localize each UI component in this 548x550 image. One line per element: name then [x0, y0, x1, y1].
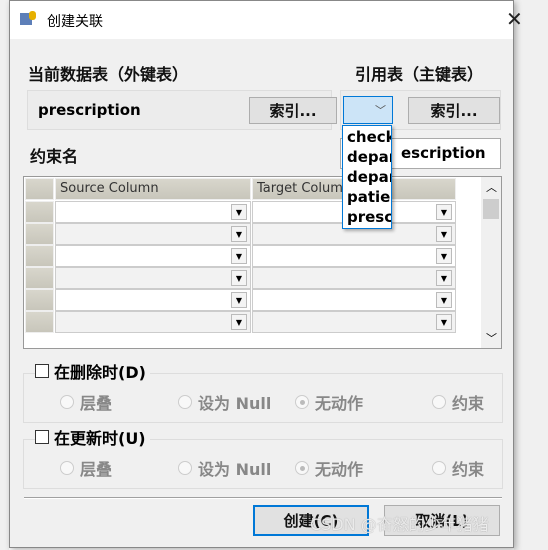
- primary-table-label: 引用表（主键表）: [355, 65, 484, 84]
- radio-circle[interactable]: [60, 395, 74, 409]
- source-column-select[interactable]: ▼: [55, 267, 251, 289]
- dropdown-option[interactable]: presc: [347, 207, 391, 227]
- table-row: ▼ ▼: [25, 223, 467, 245]
- table-row: ▼ ▼: [25, 289, 467, 311]
- create-relation-dialog: 创建关联 ✕ 当前数据表（外键表） 引用表（主键表） prescription …: [9, 0, 523, 548]
- radio-circle[interactable]: [178, 395, 192, 409]
- foreign-table-name: prescription: [38, 101, 141, 119]
- row-header[interactable]: [25, 223, 54, 245]
- on-update-checkbox[interactable]: 在更新时(U): [35, 425, 150, 449]
- dropdown-option[interactable]: check: [347, 127, 391, 147]
- radio-label: 层叠: [80, 394, 113, 413]
- foreign-index-button[interactable]: 索引...: [249, 97, 337, 124]
- scroll-up-icon[interactable]: ︿: [486, 179, 497, 195]
- on-delete-radio[interactable]: 无动作: [295, 390, 363, 414]
- background-app-right: [514, 0, 548, 550]
- radio-circle[interactable]: [178, 461, 192, 475]
- radio-circle[interactable]: [295, 461, 309, 475]
- row-header-corner: [25, 178, 54, 200]
- dropdown-option[interactable]: depar: [347, 167, 391, 187]
- dropdown-arrow-icon[interactable]: ▼: [231, 292, 247, 308]
- radio-label: 设为 Null: [198, 394, 272, 413]
- dropdown-option[interactable]: patien: [347, 187, 391, 207]
- table-row: ▼ ▼: [25, 267, 467, 289]
- radio-label: 无动作: [315, 460, 364, 479]
- dialog-title: 创建关联: [47, 14, 103, 30]
- target-column-select[interactable]: ▼: [252, 245, 456, 267]
- primary-table-panel: ﹀ 索引...: [340, 90, 501, 130]
- on-update-label: 在更新时(U): [54, 429, 146, 448]
- source-column-select[interactable]: ▼: [55, 223, 251, 245]
- source-column-select[interactable]: ▼: [55, 311, 251, 333]
- on-delete-label: 在删除时(D): [54, 363, 146, 382]
- source-column-select[interactable]: ▼: [55, 201, 251, 223]
- on-delete-radio[interactable]: 设为 Null: [178, 390, 271, 414]
- on-delete-radio[interactable]: 层叠: [60, 390, 112, 414]
- dropdown-arrow-icon[interactable]: ▼: [231, 270, 247, 286]
- title-bar: 创建关联 ✕: [10, 1, 523, 39]
- radio-label: 层叠: [80, 460, 113, 479]
- dropdown-arrow-icon[interactable]: ▼: [436, 270, 452, 286]
- row-header[interactable]: [25, 245, 54, 267]
- on-update-radio[interactable]: 约束: [432, 456, 484, 480]
- dropdown-arrow-icon[interactable]: ▼: [231, 204, 247, 220]
- radio-label: 约束: [452, 460, 485, 479]
- chevron-down-icon: ﹀: [375, 104, 386, 117]
- background-app: [0, 0, 9, 550]
- on-update-radio[interactable]: 无动作: [295, 456, 363, 480]
- dropdown-arrow-icon[interactable]: ▼: [436, 248, 452, 264]
- close-icon[interactable]: ✕: [506, 7, 523, 31]
- column-mapping-grid: Source Column Target Colum ▼ ▼ ▼ ▼ ▼ ▼ ▼…: [23, 176, 502, 349]
- scroll-down-icon[interactable]: ﹀: [486, 330, 497, 346]
- on-update-radio[interactable]: 层叠: [60, 456, 112, 480]
- row-header[interactable]: [25, 201, 54, 223]
- dropdown-option[interactable]: depar: [347, 147, 391, 167]
- on-update-radio[interactable]: 设为 Null: [178, 456, 271, 480]
- target-column-select[interactable]: ▼: [252, 311, 456, 333]
- dropdown-arrow-icon[interactable]: ▼: [231, 314, 247, 330]
- separator: [24, 497, 502, 499]
- source-column-select[interactable]: ▼: [55, 245, 251, 267]
- radio-circle[interactable]: [432, 395, 446, 409]
- source-column-header[interactable]: Source Column: [55, 178, 251, 200]
- radio-label: 无动作: [315, 394, 364, 413]
- radio-circle[interactable]: [60, 461, 74, 475]
- table-row: ▼ ▼: [25, 245, 467, 267]
- checkbox-box[interactable]: [35, 364, 49, 378]
- dropdown-arrow-icon[interactable]: ▼: [231, 248, 247, 264]
- radio-circle[interactable]: [295, 395, 309, 409]
- dropdown-arrow-icon[interactable]: ▼: [231, 226, 247, 242]
- radio-label: 约束: [452, 394, 485, 413]
- primary-table-dropdown-list: checkdepardeparpatienpresc: [342, 125, 392, 229]
- watermark: CSDN @奋怒的少年猪猪: [310, 515, 489, 534]
- on-delete-radio[interactable]: 约束: [432, 390, 484, 414]
- target-column-select[interactable]: ▼: [252, 289, 456, 311]
- row-header[interactable]: [25, 311, 54, 333]
- foreign-table-label: 当前数据表（外键表）: [28, 65, 189, 84]
- row-header[interactable]: [25, 267, 54, 289]
- target-column-select[interactable]: ▼: [252, 267, 456, 289]
- scroll-thumb[interactable]: [483, 199, 499, 219]
- constraint-name-value: escription: [401, 144, 486, 162]
- relation-app-icon: [20, 11, 38, 27]
- row-header[interactable]: [25, 289, 54, 311]
- table-row: ▼ ▼: [25, 311, 467, 333]
- foreign-table-panel: prescription 索引...: [27, 90, 337, 130]
- dropdown-arrow-icon[interactable]: ▼: [436, 292, 452, 308]
- dropdown-arrow-icon[interactable]: ▼: [436, 314, 452, 330]
- checkbox-box[interactable]: [35, 430, 49, 444]
- dropdown-arrow-icon[interactable]: ▼: [436, 204, 452, 220]
- dropdown-arrow-icon[interactable]: ▼: [436, 226, 452, 242]
- radio-circle[interactable]: [432, 461, 446, 475]
- constraint-name-label: 约束名: [30, 147, 79, 166]
- table-row: ▼ ▼: [25, 201, 467, 223]
- grid-scrollbar[interactable]: ︿ ﹀: [481, 177, 501, 348]
- radio-label: 设为 Null: [198, 460, 272, 479]
- on-delete-checkbox[interactable]: 在删除时(D): [35, 359, 150, 383]
- grid-header: Source Column Target Colum: [25, 178, 467, 200]
- primary-table-combo[interactable]: ﹀: [343, 96, 393, 124]
- primary-index-button[interactable]: 索引...: [408, 97, 500, 124]
- source-column-select[interactable]: ▼: [55, 289, 251, 311]
